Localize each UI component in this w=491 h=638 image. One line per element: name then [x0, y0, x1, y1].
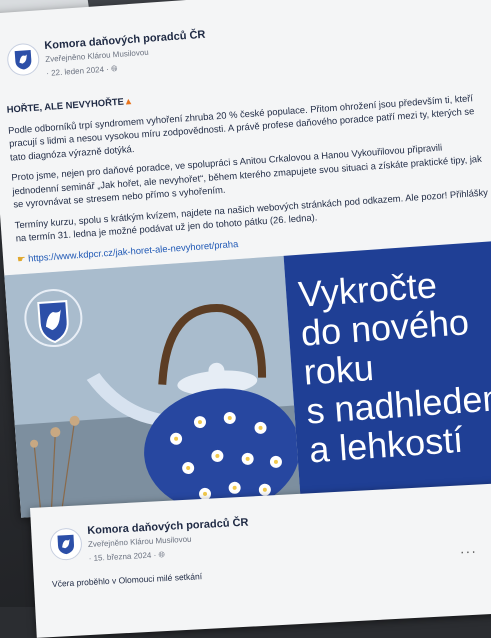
- post-text: HOŘTE, ALE NEVYHOŘTE▲ Podle odborníků tr…: [6, 69, 491, 272]
- post-meta: · 22. leden 2024 · 🌐︎: [46, 64, 118, 79]
- teapot-photo: [4, 255, 301, 518]
- globe-icon: 🌐︎: [110, 63, 118, 74]
- post-date-2[interactable]: · 15. března 2024 ·: [88, 550, 158, 563]
- published-by-2: Zveřejněno Klárou Musilovou: [87, 534, 192, 550]
- post-header-2: Komora daňových poradců ČR Zveřejněno Kl…: [49, 517, 249, 575]
- globe-icon: 🌐︎: [158, 550, 166, 560]
- post-2-text: Včera proběhlo v Olomouci milé setkání: [51, 571, 203, 589]
- teapot-illustration: [4, 255, 301, 518]
- promo-panel: Vykročte do nového roku s nadhledem a le…: [283, 239, 491, 499]
- post-date[interactable]: · 22. leden 2024 ·: [46, 64, 111, 78]
- lion-crest-icon: [57, 534, 74, 555]
- page-name-2[interactable]: Komora daňových poradců ČR: [87, 517, 249, 537]
- post-card: Komora daňových poradců ČR Zveřejněno Kl…: [0, 0, 491, 518]
- chamber-logo-avatar[interactable]: [6, 42, 41, 77]
- headline-text: HOŘTE, ALE NEVYHOŘTE: [6, 95, 125, 115]
- more-options-button[interactable]: ···: [454, 0, 472, 1]
- post-card-2: Komora daňových poradců ČR Zveřejněno Kl…: [30, 483, 491, 638]
- chamber-logo-avatar-2[interactable]: [49, 527, 83, 561]
- post-image[interactable]: Vykročte do nového roku s nadhledem a le…: [4, 239, 491, 518]
- fire-icon: ▲: [123, 94, 134, 107]
- post-meta-2: · 15. března 2024 · 🌐︎: [88, 550, 165, 564]
- more-options-button-2[interactable]: ···: [459, 543, 477, 560]
- promo-line-3: roku: [302, 346, 376, 393]
- lion-crest-icon: [14, 49, 32, 70]
- promo-line-5: a lehkostí: [307, 418, 465, 471]
- post-header: Komora daňových poradců ČR Zveřejněno Kl…: [6, 29, 206, 91]
- pointing-hand-icon: ☛: [16, 252, 26, 264]
